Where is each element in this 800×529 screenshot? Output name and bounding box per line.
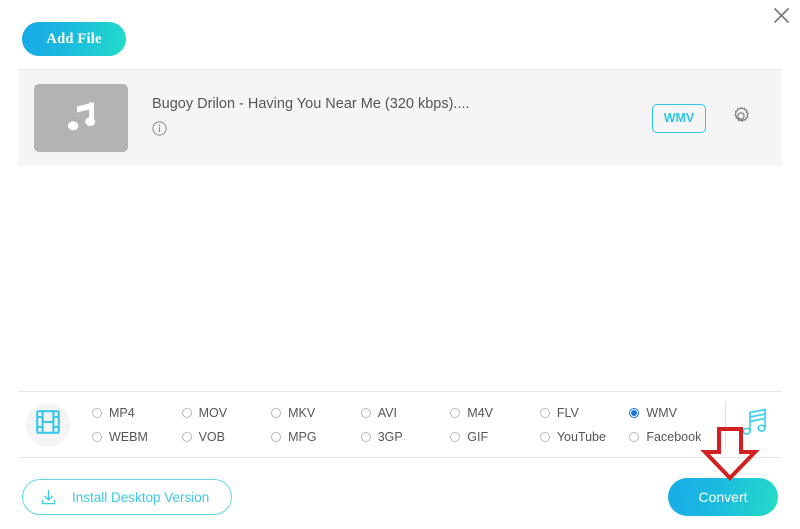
install-desktop-version-label: Install Desktop Version — [72, 490, 209, 505]
install-desktop-version-button[interactable]: Install Desktop Version — [22, 479, 232, 515]
radio-icon[interactable] — [450, 432, 460, 442]
format-option-m4v[interactable]: M4V — [450, 401, 540, 425]
footer: Install Desktop Version Convert — [0, 458, 800, 516]
file-title: Bugoy Drilon - Having You Near Me (320 k… — [152, 96, 652, 112]
format-option-flv[interactable]: FLV — [540, 401, 630, 425]
radio-icon[interactable] — [271, 432, 281, 442]
media-type-video-button[interactable] — [26, 403, 70, 447]
film-strip-icon — [35, 409, 61, 440]
format-options-grid: MP4 MOV MKV AVI M4V FLV WMV WEBM VOB MPG 3GP GIF You… — [92, 401, 719, 449]
gear-icon — [730, 105, 752, 132]
format-option-label: FLV — [557, 406, 579, 420]
format-option-label: WMV — [646, 406, 677, 420]
close-window-button[interactable] — [768, 2, 794, 28]
format-option-label: MPG — [288, 430, 316, 444]
format-option-mkv[interactable]: MKV — [271, 401, 361, 425]
format-option-label: MOV — [199, 406, 227, 420]
media-type-audio-button[interactable] — [726, 406, 782, 443]
drop-area[interactable] — [0, 166, 800, 391]
format-option-webm[interactable]: WEBM — [92, 425, 182, 449]
radio-icon[interactable] — [182, 432, 192, 442]
radio-icon[interactable] — [450, 408, 460, 418]
radio-icon[interactable] — [92, 432, 102, 442]
format-option-label: MKV — [288, 406, 315, 420]
output-format-panel: MP4 MOV MKV AVI M4V FLV WMV WEBM VOB MPG 3GP GIF You… — [18, 391, 782, 458]
radio-icon[interactable] — [540, 408, 550, 418]
format-option-label: WEBM — [109, 430, 148, 444]
format-option-label: YouTube — [557, 430, 606, 444]
format-option-label: M4V — [467, 406, 493, 420]
format-option-gif[interactable]: GIF — [450, 425, 540, 449]
format-option-avi[interactable]: AVI — [361, 401, 451, 425]
format-option-mov[interactable]: MOV — [182, 401, 272, 425]
format-option-label: GIF — [467, 430, 488, 444]
file-thumbnail — [34, 84, 128, 152]
music-note-icon — [739, 406, 769, 443]
radio-icon[interactable] — [271, 408, 281, 418]
format-option-mp4[interactable]: MP4 — [92, 401, 182, 425]
format-option-vob[interactable]: VOB — [182, 425, 272, 449]
close-icon — [773, 7, 790, 24]
radio-icon[interactable] — [361, 408, 371, 418]
add-file-button[interactable]: Add File — [22, 22, 126, 56]
format-option-label: MP4 — [109, 406, 135, 420]
radio-icon[interactable] — [361, 432, 371, 442]
radio-icon[interactable] — [629, 408, 639, 418]
toolbar: Add File — [0, 0, 800, 56]
format-option-mpg[interactable]: MPG — [271, 425, 361, 449]
format-option-youtube[interactable]: YouTube — [540, 425, 630, 449]
radio-icon[interactable] — [629, 432, 639, 442]
radio-icon[interactable] — [540, 432, 550, 442]
format-option-label: AVI — [378, 406, 397, 420]
music-note-icon — [60, 95, 102, 142]
convert-button[interactable]: Convert — [668, 478, 778, 516]
file-list: Bugoy Drilon - Having You Near Me (320 k… — [18, 69, 782, 166]
radio-icon[interactable] — [182, 408, 192, 418]
file-output-format-badge[interactable]: WMV — [652, 104, 706, 133]
format-option-facebook[interactable]: Facebook — [629, 425, 719, 449]
format-option-3gp[interactable]: 3GP — [361, 425, 451, 449]
download-icon — [39, 488, 58, 507]
file-list-item[interactable]: Bugoy Drilon - Having You Near Me (320 k… — [18, 70, 782, 166]
info-circle-icon[interactable] — [152, 121, 167, 141]
format-option-label: 3GP — [378, 430, 403, 444]
radio-icon[interactable] — [92, 408, 102, 418]
format-option-wmv[interactable]: WMV — [629, 401, 719, 425]
format-option-label: Facebook — [646, 430, 701, 444]
format-option-label: VOB — [199, 430, 225, 444]
file-settings-button[interactable] — [730, 105, 752, 132]
file-meta: Bugoy Drilon - Having You Near Me (320 k… — [128, 96, 652, 141]
